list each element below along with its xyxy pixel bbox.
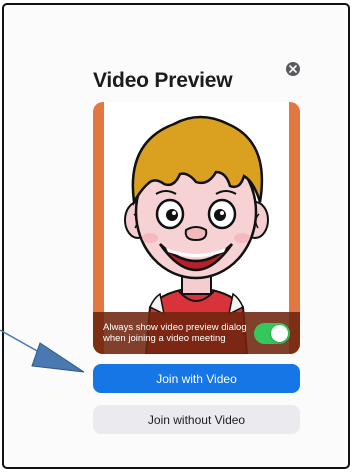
- annotation-arrow-icon: [0, 329, 85, 373]
